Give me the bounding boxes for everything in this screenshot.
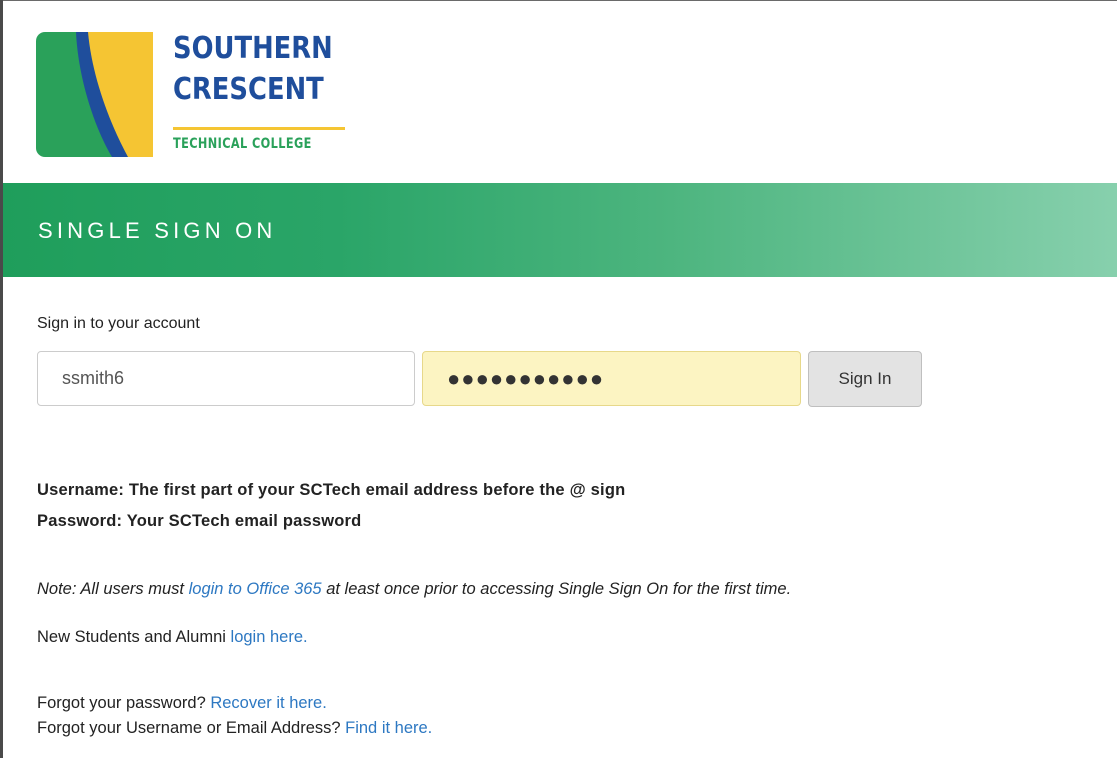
logo-divider <box>173 127 345 130</box>
window-top-border <box>0 0 1117 1</box>
window-left-border <box>0 0 3 758</box>
forgot-password-prefix: Forgot your password? <box>37 694 211 712</box>
office365-login-link[interactable]: login to Office 365 <box>189 580 322 598</box>
college-logo-mark-icon <box>36 32 153 157</box>
logo-line-technical-college: TECHNICAL COLLEGE <box>173 136 312 152</box>
page-title: SINGLE SIGN ON <box>38 218 277 243</box>
page-banner: SINGLE SIGN ON <box>3 183 1117 277</box>
forgot-password-line: Forgot your password? Recover it here. <box>37 694 327 713</box>
office365-note-prefix: Note: All users must <box>37 580 189 598</box>
forgot-username-prefix: Forgot your Username or Email Address? <box>37 719 346 737</box>
password-input[interactable] <box>422 351 801 406</box>
username-help-text: Username: The first part of your SCTech … <box>37 481 626 499</box>
password-help-text: Password: Your SCTech email password <box>37 512 362 530</box>
forgot-username-line: Forgot your Username or Email Address? F… <box>37 719 432 738</box>
signin-heading: Sign in to your account <box>37 315 200 332</box>
office365-note-suffix: at least once prior to accessing Single … <box>321 580 792 598</box>
new-students-login-link[interactable]: login here. <box>231 628 308 646</box>
logo-line-southern: SOUTHERN <box>173 31 333 66</box>
find-username-link[interactable]: Find it here. <box>345 719 432 737</box>
sign-in-button[interactable]: Sign In <box>808 351 922 407</box>
logo-line-crescent: CRESCENT <box>173 72 324 107</box>
recover-password-link[interactable]: Recover it here. <box>210 694 326 712</box>
college-logo: SOUTHERN CRESCENT TECHNICAL COLLEGE <box>36 31 348 159</box>
new-students-prefix: New Students and Alumni <box>37 628 231 646</box>
new-students-line: New Students and Alumni login here. <box>37 628 308 647</box>
office365-note: Note: All users must login to Office 365… <box>37 580 791 599</box>
username-input[interactable] <box>37 351 415 406</box>
